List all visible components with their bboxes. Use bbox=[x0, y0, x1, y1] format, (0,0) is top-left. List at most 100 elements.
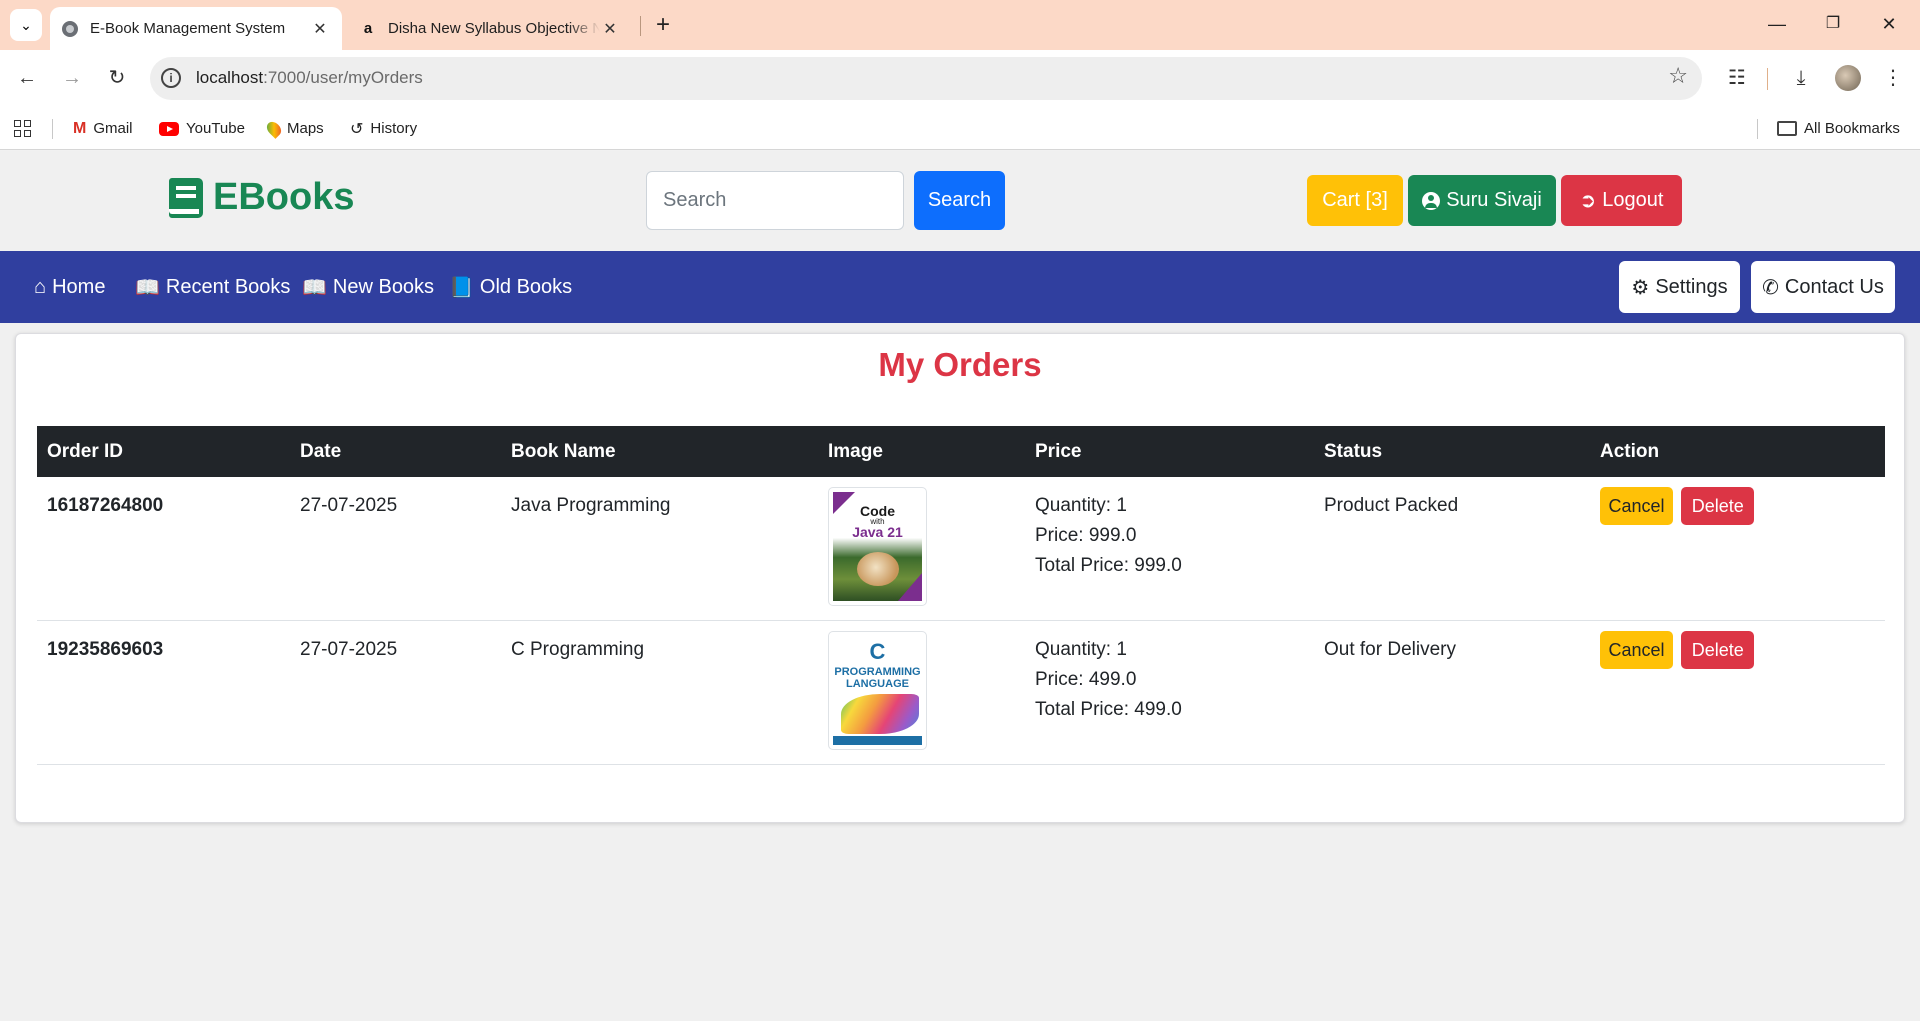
minimize-icon[interactable]: — bbox=[1762, 10, 1792, 38]
contact-us-button[interactable]: ✆ Contact Us bbox=[1751, 261, 1895, 313]
nav-label: New Books bbox=[332, 275, 435, 298]
book-icon: 📘 bbox=[449, 276, 474, 299]
chevron-down-icon: ⌄ bbox=[20, 16, 32, 33]
total-price: Total Price: 999.0 bbox=[1035, 555, 1182, 576]
contact-label: Contact Us bbox=[1784, 275, 1884, 298]
column-header: Order ID bbox=[37, 426, 290, 477]
order-status: Product Packed bbox=[1314, 477, 1590, 621]
order-id: 19235869603 bbox=[37, 620, 290, 765]
bookmark-label: YouTube bbox=[186, 120, 245, 137]
tab-title: E-Book Management System bbox=[90, 20, 286, 37]
search-button[interactable]: Search bbox=[914, 171, 1005, 230]
toolbar-divider bbox=[1767, 68, 1768, 90]
bookmark-label: Gmail bbox=[93, 120, 133, 137]
cancel-button[interactable]: Cancel bbox=[1600, 487, 1673, 525]
bookmark-youtube[interactable]: YouTube bbox=[159, 107, 245, 150]
menu-icon[interactable]: ⋮ bbox=[1878, 63, 1908, 93]
user-name: Suru Sivaji bbox=[1446, 189, 1542, 211]
orders-card: My Orders Order ID Date Book Name Image … bbox=[15, 333, 1905, 823]
nav-label: Old Books bbox=[479, 275, 573, 298]
search-placeholder: Search bbox=[663, 189, 727, 211]
nav-new-books[interactable]: 📖 New Books bbox=[302, 251, 434, 323]
brand-name: EBooks bbox=[213, 176, 355, 218]
user-circle-icon bbox=[1422, 191, 1441, 210]
bookmark-star-icon[interactable]: ☆ bbox=[1668, 63, 1688, 89]
logout-label: Logout bbox=[1602, 189, 1664, 211]
total-price: Total Price: 499.0 bbox=[1035, 699, 1182, 720]
bookmark-history[interactable]: ↺ History bbox=[350, 107, 417, 150]
tab-ebook-management[interactable]: E-Book Management System ✕ bbox=[50, 7, 342, 50]
logout-button[interactable]: ➲ Logout bbox=[1561, 175, 1682, 226]
price-cell: Quantity: 1 Price: 999.0 Total Price: 99… bbox=[1025, 477, 1314, 621]
close-window-icon[interactable]: ✕ bbox=[1874, 10, 1904, 38]
tab-title: Disha New Syllabus Objective N bbox=[388, 20, 600, 37]
color-swirl-illustration bbox=[841, 694, 919, 734]
address-bar[interactable]: i localhost:7000/user/myOrders ☆ bbox=[150, 57, 1702, 100]
forward-icon[interactable]: → bbox=[57, 63, 87, 93]
nav-recent-books[interactable]: 📖 Recent Books bbox=[135, 251, 290, 323]
all-bookmarks[interactable]: All Bookmarks bbox=[1777, 107, 1900, 150]
extensions-icon[interactable]: ☷ bbox=[1722, 63, 1752, 93]
cart-button[interactable]: Cart [3] bbox=[1307, 175, 1403, 226]
c-book-cover: C PROGRAMMING LANGUAGE bbox=[833, 636, 922, 745]
apps-icon[interactable] bbox=[14, 107, 31, 150]
sign-out-icon: ➲ bbox=[1579, 190, 1597, 212]
cover-title: PROGRAMMING LANGUAGE bbox=[834, 666, 921, 690]
site-info-icon[interactable]: i bbox=[161, 68, 181, 88]
close-icon[interactable]: ✕ bbox=[600, 19, 620, 39]
brand-logo[interactable]: EBooks bbox=[169, 176, 354, 219]
restore-icon[interactable]: ❐ bbox=[1818, 10, 1848, 38]
close-icon[interactable]: ✕ bbox=[310, 19, 330, 39]
tab-search-button[interactable]: ⌄ bbox=[10, 9, 42, 41]
java-book-cover: Code with Java 21 bbox=[833, 492, 922, 601]
profile-avatar[interactable] bbox=[1835, 65, 1861, 91]
order-status: Out for Delivery bbox=[1314, 620, 1590, 765]
user-button[interactable]: Suru Sivaji bbox=[1408, 175, 1556, 226]
open-book-icon: 📖 bbox=[302, 276, 327, 299]
tab-disha[interactable]: a Disha New Syllabus Objective N ✕ bbox=[348, 7, 632, 50]
search-input[interactable]: Search bbox=[646, 171, 904, 230]
table-row: 16187264800 27-07-2025 Java Programming … bbox=[37, 477, 1885, 621]
action-cell: Cancel Delete bbox=[1590, 477, 1885, 621]
column-header: Date bbox=[290, 426, 501, 477]
column-header: Status bbox=[1314, 426, 1590, 477]
bookmark-maps[interactable]: Maps bbox=[264, 107, 324, 150]
url-text: localhost:7000/user/myOrders bbox=[196, 68, 423, 87]
price: Price: 499.0 bbox=[1035, 669, 1137, 690]
nav-label: Recent Books bbox=[165, 275, 291, 298]
order-id: 16187264800 bbox=[37, 477, 290, 621]
cancel-button[interactable]: Cancel bbox=[1600, 631, 1673, 669]
bookmark-divider bbox=[52, 119, 53, 139]
nav-old-books[interactable]: 📘 Old Books bbox=[449, 251, 572, 323]
page: EBooks Search Search Cart [3] Suru Sivaj… bbox=[0, 151, 1920, 1021]
book-name: C Programming bbox=[501, 620, 818, 765]
download-icon[interactable]: ⤓ bbox=[1786, 63, 1816, 93]
nav-home[interactable]: ⌂ Home bbox=[34, 251, 105, 323]
settings-button[interactable]: ⚙ Settings bbox=[1619, 261, 1740, 313]
bookmark-label: History bbox=[370, 120, 418, 137]
bookmark-gmail[interactable]: M Gmail bbox=[73, 107, 133, 150]
cover-letter: C bbox=[869, 639, 886, 664]
order-date: 27-07-2025 bbox=[290, 477, 501, 621]
delete-button[interactable]: Delete bbox=[1681, 487, 1755, 525]
delete-button[interactable]: Delete bbox=[1681, 631, 1755, 669]
gmail-icon: M bbox=[73, 119, 87, 137]
bookmark-label: Maps bbox=[287, 120, 324, 137]
book-cover-thumbnail: C PROGRAMMING LANGUAGE bbox=[828, 631, 927, 750]
action-cell: Cancel Delete bbox=[1590, 620, 1885, 765]
table-row: 19235869603 27-07-2025 C Programming C P… bbox=[37, 620, 1885, 765]
book-icon bbox=[169, 177, 203, 218]
column-header: Book Name bbox=[501, 426, 818, 477]
back-icon[interactable]: ← bbox=[12, 63, 42, 93]
new-tab-button[interactable]: + bbox=[650, 11, 676, 39]
page-title: My Orders bbox=[878, 346, 1042, 383]
nav-label: Home bbox=[52, 275, 106, 298]
column-header: Image bbox=[818, 426, 1025, 477]
reload-icon[interactable]: ↻ bbox=[102, 63, 132, 93]
home-icon: ⌂ bbox=[34, 275, 47, 298]
image-cell: Code with Java 21 bbox=[818, 477, 1025, 621]
order-date: 27-07-2025 bbox=[290, 620, 501, 765]
phone-icon: ✆ bbox=[1762, 276, 1779, 299]
globe-icon bbox=[62, 20, 78, 37]
browser-tab-strip: ⌄ E-Book Management System ✕ a Disha New… bbox=[0, 0, 1920, 50]
